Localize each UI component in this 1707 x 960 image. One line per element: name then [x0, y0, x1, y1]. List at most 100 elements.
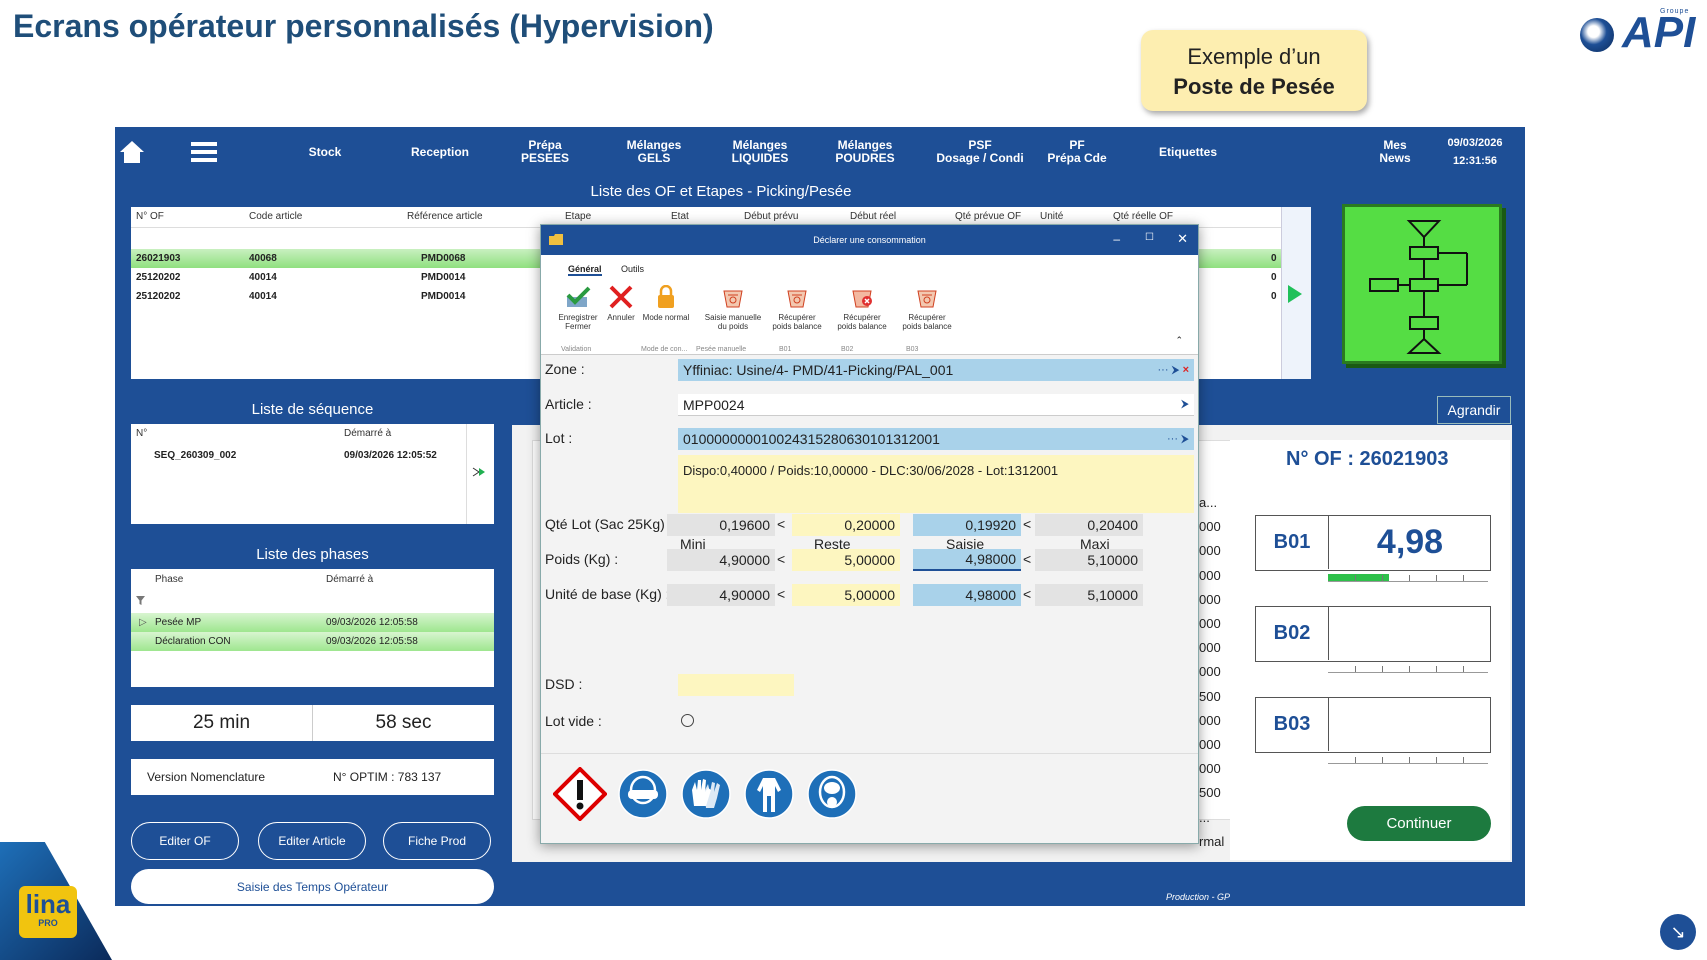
fiche-prod-button[interactable]: Fiche Prod [383, 822, 491, 860]
ribbon-collapse-icon[interactable]: ⌃ [1175, 335, 1183, 346]
dsd-label: DSD : [545, 676, 583, 692]
home-icon[interactable] [115, 127, 149, 177]
process-diagram-tile[interactable] [1342, 204, 1502, 364]
nav-item-2[interactable]: Prépa PESEES [505, 127, 585, 177]
of-col-5[interactable]: Début prévu [744, 211, 798, 222]
nav-item-3[interactable]: Mélanges GELS [611, 127, 697, 177]
of-col-0[interactable]: N° OF [136, 211, 164, 222]
background-value: 000 [1199, 616, 1221, 631]
callout-line1: Exemple d’un [1187, 44, 1321, 69]
scale-icon [787, 290, 807, 308]
of-row-number: 25120202 [136, 291, 181, 302]
zone-field[interactable]: Yffiniac: Usine/4- PMD/41-Picking/PAL_00… [678, 359, 1194, 381]
editer-of-button[interactable]: Editer OF [131, 822, 239, 860]
balance-b02[interactable]: B02 [1255, 606, 1491, 662]
ribbon-button-label: Récupérer poids balance [837, 313, 887, 331]
ribbon-button-5[interactable]: Récupérer poids balance [830, 279, 894, 349]
sequence-arrow-icon[interactable] [471, 466, 487, 478]
phase-row[interactable]: Déclaration CON 09/03/2026 12:05:58 [131, 632, 494, 651]
lt-sign: < [777, 551, 786, 567]
close-icon[interactable]: ✕ [1177, 231, 1188, 247]
nav-item-7[interactable]: PF Prépa Cde [1036, 127, 1118, 177]
of-row-qte: 0 [1271, 272, 1277, 283]
nav-item-4[interactable]: Mélanges LIQUIDES [715, 127, 805, 177]
nav-item-5[interactable]: Mélanges POUDRES [820, 127, 910, 177]
zone-label: Zone : [545, 361, 585, 377]
dialog-title: Déclarer une consommation [813, 235, 926, 245]
ribbon-button-0[interactable]: Enregistrer Fermer [549, 279, 607, 349]
maximize-icon[interactable]: ☐ [1145, 232, 1154, 243]
sequence-row-n[interactable]: SEQ_260309_002 [154, 450, 236, 461]
gauge-tick [1409, 575, 1410, 581]
article-field[interactable]: MPP0024 ⮞ [678, 394, 1194, 416]
phases-col-start: Démarré à [326, 574, 374, 585]
ribbon-button-label: Mode normal [642, 313, 690, 322]
zone-lookup-icon[interactable]: ··· ⮞ × [1158, 364, 1190, 377]
tab-general[interactable]: Général [568, 264, 602, 276]
gauge-tick [1382, 757, 1383, 763]
of-col-9[interactable]: Qté réelle OF [1113, 211, 1173, 222]
callout-box: Exemple d’un Poste de Pesée [1141, 30, 1367, 111]
lot-vide-radio[interactable] [681, 714, 694, 727]
sequence-title: Liste de séquence [131, 397, 494, 423]
of-col-8[interactable]: Unité [1040, 211, 1063, 222]
saisie-input[interactable]: 4,98000 [913, 549, 1021, 571]
of-col-2[interactable]: Référence article [407, 211, 483, 222]
mini-value: 0,19600 [667, 514, 775, 536]
lot-lookup-icon[interactable]: ··· ⮞ [1167, 433, 1189, 446]
saisie-input[interactable]: 4,98000 [913, 584, 1021, 606]
expand-icon[interactable]: ▷ [139, 617, 147, 628]
filter-icon[interactable] [136, 596, 145, 605]
continuer-button[interactable]: Continuer [1347, 806, 1491, 841]
ribbon-button-6[interactable]: Récupérer poids balance [895, 279, 959, 349]
nav-item-6[interactable]: PSF Dosage / Condi [930, 127, 1030, 177]
of-col-6[interactable]: Début réel [850, 211, 896, 222]
agrandir-button[interactable]: Agrandir [1437, 396, 1511, 424]
next-arrow-icon[interactable]: ↘ [1660, 914, 1696, 950]
timer-seconds: 58 sec [375, 712, 432, 733]
balance-b03[interactable]: B03 [1255, 697, 1491, 753]
ribbon-button-2[interactable]: Mode normal [637, 279, 695, 349]
saisie-temps-button[interactable]: Saisie des Temps Opérateur [131, 869, 494, 904]
phase-row[interactable]: ▷ Pesée MP 09/03/2026 12:05:58 [131, 613, 494, 632]
menu-icon[interactable] [187, 127, 221, 177]
of-col-3[interactable]: Etape [565, 211, 591, 222]
ribbon-button-label: Récupérer poids balance [772, 313, 822, 331]
minimize-icon[interactable]: – [1113, 232, 1120, 246]
gauge-tick [1355, 666, 1356, 672]
nav-news[interactable]: Mes News [1365, 127, 1425, 177]
scale-icon [723, 290, 743, 308]
nav-item-1[interactable]: Reception [398, 127, 482, 177]
gauge-tick [1436, 757, 1437, 763]
api-logo-icon [1580, 18, 1614, 52]
editer-article-button[interactable]: Editer Article [258, 822, 366, 860]
ribbon-button-3[interactable]: Saisie manuelle du poids [701, 279, 765, 349]
version-nomenclature: Version Nomenclature [147, 770, 266, 784]
article-lookup-icon[interactable]: ⮞ [1181, 398, 1189, 411]
nav-item-8[interactable]: Etiquettes [1143, 127, 1233, 177]
ribbon-button-4[interactable]: Récupérer poids balance [765, 279, 829, 349]
mini-value: 4,90000 [667, 584, 775, 606]
mini-value: 4,90000 [667, 549, 775, 571]
of-col-7[interactable]: Qté prévue OF [955, 211, 1021, 222]
ribbon-group-label: B01 [779, 346, 792, 353]
nav-item-0[interactable]: Stock [290, 127, 360, 177]
saisie-input[interactable]: 0,19920 [913, 514, 1021, 536]
nav-datetime: 09/03/2026 12:31:56 [1435, 127, 1515, 177]
of-number: N° OF : 26021903 [1286, 448, 1449, 470]
ribbon-button-1[interactable]: Annuler [605, 279, 637, 349]
lot-field[interactable]: 0100000000100243152806301013120​01 ··· ⮞ [678, 428, 1194, 450]
callout-line2: Poste de Pesée [1173, 74, 1335, 99]
gauge-tick [1355, 575, 1356, 581]
of-row-ref: PMD0014 [421, 291, 466, 302]
ribbon-button-label: Annuler [607, 313, 635, 322]
of-col-1[interactable]: Code article [249, 211, 302, 222]
balance-b01[interactable]: B01 4,98 [1255, 515, 1491, 571]
gauge-tick [1382, 666, 1383, 672]
dsd-field[interactable] [678, 674, 794, 696]
balance-value [1330, 698, 1490, 751]
of-col-4[interactable]: Etat [671, 211, 689, 222]
optim-number: N° OPTIM : 783 137 [333, 770, 442, 784]
tab-outils[interactable]: Outils [621, 264, 644, 274]
play-arrow-icon[interactable] [1288, 285, 1302, 303]
